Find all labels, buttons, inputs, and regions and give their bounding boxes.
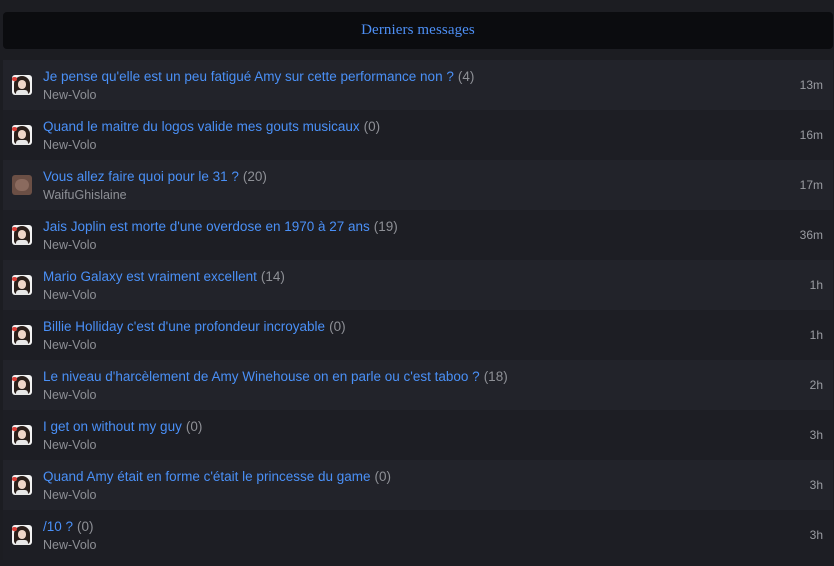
topic-time: 16m (799, 128, 823, 142)
topic-row: Mario Galaxy est vraiment excellent (14) … (3, 260, 833, 310)
reply-count: (0) (185, 418, 203, 434)
topic-author[interactable]: WaifuGhislaine (43, 187, 267, 203)
topic-title-link[interactable]: Quand Amy était en forme c'était le prin… (43, 469, 371, 484)
reply-count: (19) (373, 218, 398, 234)
topic-time: 2h (809, 378, 823, 392)
girl-avatar-icon[interactable] (12, 125, 32, 145)
reply-count: (18) (483, 368, 508, 384)
topic-author[interactable]: New-Volo (43, 287, 285, 303)
girl-avatar-icon[interactable] (12, 75, 32, 95)
topic-author[interactable]: New-Volo (43, 337, 346, 353)
latest-messages-header: Derniers messages (3, 12, 833, 49)
topic-time: 3h (809, 478, 823, 492)
topic-time: 13m (799, 78, 823, 92)
topic-row: Je pense qu'elle est un peu fatigué Amy … (3, 60, 833, 110)
panel-title: Derniers messages (361, 22, 475, 38)
topic-time: 36m (799, 228, 823, 242)
topic-author[interactable]: New-Volo (43, 487, 391, 503)
topic-title-link[interactable]: Mario Galaxy est vraiment excellent (43, 269, 257, 284)
reply-count: (0) (77, 518, 94, 534)
topic-title-link[interactable]: Le niveau d'harcèlement de Amy Winehouse… (43, 369, 480, 384)
topic-row: Jais Joplin est morte d'une overdose en … (3, 210, 833, 260)
topic-time: 1h (809, 278, 823, 292)
topic-time: 3h (809, 528, 823, 542)
girl-avatar-icon[interactable] (12, 325, 32, 345)
topic-title-link[interactable]: Billie Holliday c'est d'une profondeur i… (43, 319, 325, 334)
topic-author[interactable]: New-Volo (43, 437, 202, 453)
topic-row: I get on without my guy (0) New-Volo 3h (3, 410, 833, 460)
topic-title-link[interactable]: Quand le maitre du logos valide mes gout… (43, 119, 360, 134)
reply-count: (0) (374, 468, 392, 484)
girl-avatar-icon[interactable] (12, 425, 32, 445)
topic-time: 1h (809, 328, 823, 342)
reply-count: (0) (363, 118, 381, 134)
topic-title-link[interactable]: I get on without my guy (43, 419, 182, 434)
topic-time: 17m (799, 178, 823, 192)
girl-avatar-icon[interactable] (12, 375, 32, 395)
topic-title-link[interactable]: /10 ? (43, 519, 73, 534)
reply-count: (20) (242, 168, 267, 184)
topic-time: 3h (809, 428, 823, 442)
topic-row: Le niveau d'harcèlement de Amy Winehouse… (3, 360, 833, 410)
reply-count: (0) (329, 318, 346, 334)
topic-row: Quand Amy était en forme c'était le prin… (3, 460, 833, 510)
topic-author[interactable]: New-Volo (43, 237, 398, 253)
girl-avatar-icon[interactable] (12, 475, 32, 495)
girl-avatar-icon[interactable] (12, 525, 32, 545)
topic-list: Je pense qu'elle est un peu fatigué Amy … (3, 60, 833, 560)
topic-row: Billie Holliday c'est d'une profondeur i… (3, 310, 833, 360)
topic-author[interactable]: New-Volo (43, 537, 97, 553)
topic-row: /10 ? (0) New-Volo 3h (3, 510, 833, 560)
girl-avatar-icon[interactable] (12, 275, 32, 295)
topic-title-link[interactable]: Je pense qu'elle est un peu fatigué Amy … (43, 69, 454, 84)
topic-author[interactable]: New-Volo (43, 137, 380, 153)
topic-author[interactable]: New-Volo (43, 387, 508, 403)
topic-row: Vous allez faire quoi pour le 31 ? (20) W… (3, 160, 833, 210)
brown-avatar-icon[interactable] (12, 175, 32, 195)
girl-avatar-icon[interactable] (12, 225, 32, 245)
topic-row: Quand le maitre du logos valide mes gout… (3, 110, 833, 160)
reply-count: (4) (457, 68, 475, 84)
topic-author[interactable]: New-Volo (43, 87, 474, 103)
reply-count: (14) (260, 268, 285, 284)
topic-title-link[interactable]: Vous allez faire quoi pour le 31 ? (43, 169, 239, 184)
topic-title-link[interactable]: Jais Joplin est morte d'une overdose en … (43, 219, 370, 234)
